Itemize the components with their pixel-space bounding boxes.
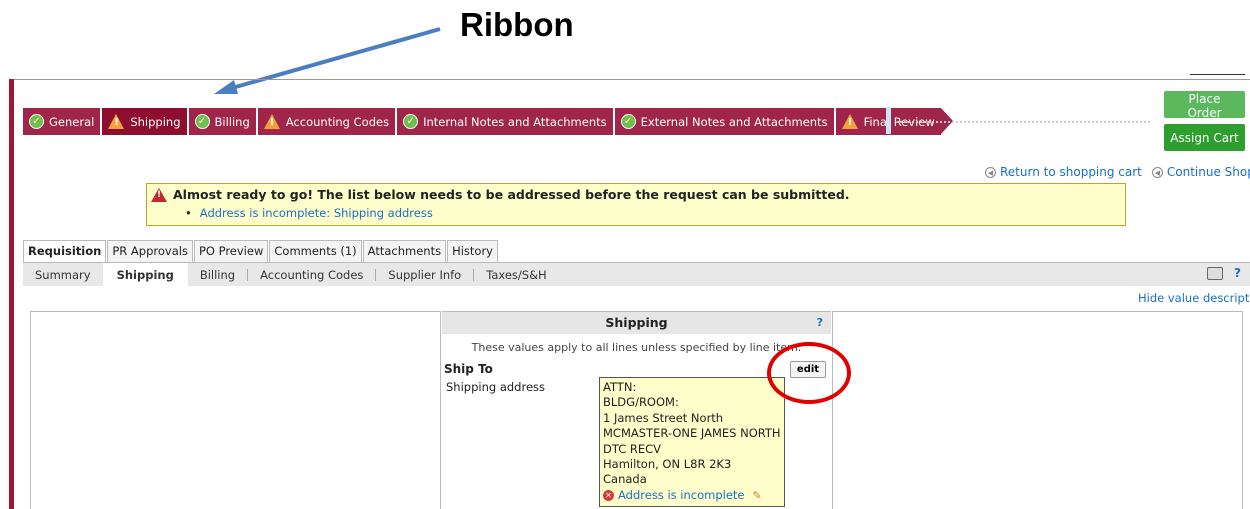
address-line: BLDG/ROOM: (603, 395, 679, 410)
shipping-panel: Shipping ? These values apply to all lin… (442, 311, 831, 509)
error-icon: ✕ (603, 490, 614, 502)
pencil-icon[interactable]: ✎ (753, 488, 762, 503)
back-arrow-icon: ◀ (1151, 167, 1163, 178)
arrow-head (214, 80, 238, 94)
tab-history[interactable]: History (447, 240, 498, 262)
continue-shopping-link[interactable]: ◀Continue Shopping (1151, 165, 1250, 179)
left-panel (30, 311, 441, 509)
ribbon-dotted-line (900, 121, 1150, 123)
subtab-summary[interactable]: Summary (23, 269, 103, 281)
tab-comments[interactable]: Comments (1) (269, 240, 362, 262)
tab-attachments[interactable]: Attachments (362, 240, 447, 262)
ribbon-step-label: Shipping (130, 114, 181, 129)
warning-icon (841, 114, 858, 129)
ribbon-progress-marker (886, 107, 891, 134)
left-accent-bar (9, 79, 14, 509)
top-divider (14, 79, 1250, 80)
check-icon: ✓ (620, 114, 636, 129)
subtab-accounting-codes[interactable]: Accounting Codes (248, 268, 377, 281)
address-line: 1 James Street North (603, 410, 724, 425)
shipping-address-label: Shipping address (446, 380, 546, 394)
subtab-billing[interactable]: Billing (188, 268, 249, 281)
validation-notice: Almost ready to go! The list below needs… (146, 183, 1126, 226)
tab-pr-approvals[interactable]: PR Approvals (107, 240, 193, 262)
tab-po-preview[interactable]: PO Preview (193, 240, 269, 262)
tab-requisition[interactable]: Requisition (23, 240, 107, 262)
warning-icon (108, 114, 125, 129)
return-cart-label: Return to shopping cart (1000, 165, 1142, 179)
help-icon[interactable]: ? (817, 312, 823, 334)
warning-icon (263, 114, 280, 129)
main-tabs: Requisition PR Approvals PO Preview Comm… (23, 240, 499, 262)
ribbon-step-label: General (49, 114, 95, 129)
sub-tab-bar: Summary Shipping Billing Accounting Code… (23, 262, 1250, 287)
ribbon-step-label: Billing (214, 114, 250, 129)
ribbon-step-label: External Notes and Attachments (640, 114, 828, 129)
address-line: ATTN: (603, 380, 637, 394)
address-line: DTC RECV (603, 441, 662, 456)
help-icon[interactable]: ? (1234, 266, 1241, 280)
top-links: ◀Return to shopping cart ◀Continue Shopp… (985, 165, 1250, 179)
continue-shopping-label: Continue Shopping (1166, 165, 1250, 179)
notice-heading-row: Almost ready to go! The list below needs… (151, 187, 1121, 202)
address-line: Canada (603, 472, 647, 487)
ribbon-step-billing[interactable]: ✓ Billing (188, 108, 256, 135)
address-line: MCMASTER-ONE JAMES NORTH (603, 426, 781, 441)
highlight-circle (767, 342, 851, 404)
alert-icon (151, 187, 167, 202)
address-incomplete-link[interactable]: ✕ Address is incomplete ✎ (603, 488, 781, 503)
ribbon-step-general[interactable]: ✓ General (23, 108, 101, 135)
ribbon-step-external-notes[interactable]: ✓ External Notes and Attachments (614, 108, 834, 135)
notice-heading: Almost ready to go! The list below needs… (173, 187, 850, 202)
check-icon: ✓ (29, 114, 44, 129)
shipping-address-box: ATTN: BLDG/ROOM: 1 James Street North MC… (599, 377, 785, 507)
back-arrow-icon: ◀ (985, 167, 996, 178)
annotation-arrow (214, 27, 441, 94)
ribbon-step-accounting-codes[interactable]: Accounting Codes (257, 108, 396, 135)
address-warning-text: Address is incomplete (618, 487, 745, 502)
shipping-note: These values apply to all lines unless s… (471, 341, 802, 354)
printer-icon[interactable] (1207, 267, 1223, 280)
notice-item-link[interactable]: Address is incomplete: Shipping address (185, 206, 1121, 220)
shipping-panel-title: Shipping (605, 315, 668, 330)
ribbon-step-label: Internal Notes and Attachments (423, 114, 607, 129)
subtab-taxes[interactable]: Taxes/S&H (474, 269, 558, 281)
check-icon: ✓ (194, 114, 210, 129)
assign-cart-button[interactable]: Assign Cart (1164, 124, 1245, 151)
ribbon-step-internal-notes[interactable]: ✓ Internal Notes and Attachments (397, 108, 613, 135)
checkout-ribbon: ✓ General Shipping ✓ Billing Accounting Co… (23, 108, 953, 135)
return-cart-link[interactable]: ◀ Return to shopping cart (985, 165, 1142, 179)
subtab-supplier-info[interactable]: Supplier Info (376, 268, 475, 281)
ribbon-step-shipping[interactable]: Shipping (102, 108, 187, 135)
right-panel (832, 311, 1243, 509)
top-divider-right (1190, 74, 1245, 75)
subtab-shipping[interactable]: Shipping (102, 262, 188, 287)
address-line: Hamilton, ON L8R 2K3 (603, 457, 732, 472)
place-order-button[interactable]: Place Order (1164, 91, 1245, 120)
hide-value-descriptions-link[interactable]: Hide value descriptions (1138, 291, 1250, 305)
ribbon-step-label: Accounting Codes (285, 114, 390, 129)
ship-to-heading: Ship To (444, 362, 493, 376)
check-icon: ✓ (403, 114, 419, 129)
shipping-panel-header: Shipping ? (442, 312, 831, 334)
